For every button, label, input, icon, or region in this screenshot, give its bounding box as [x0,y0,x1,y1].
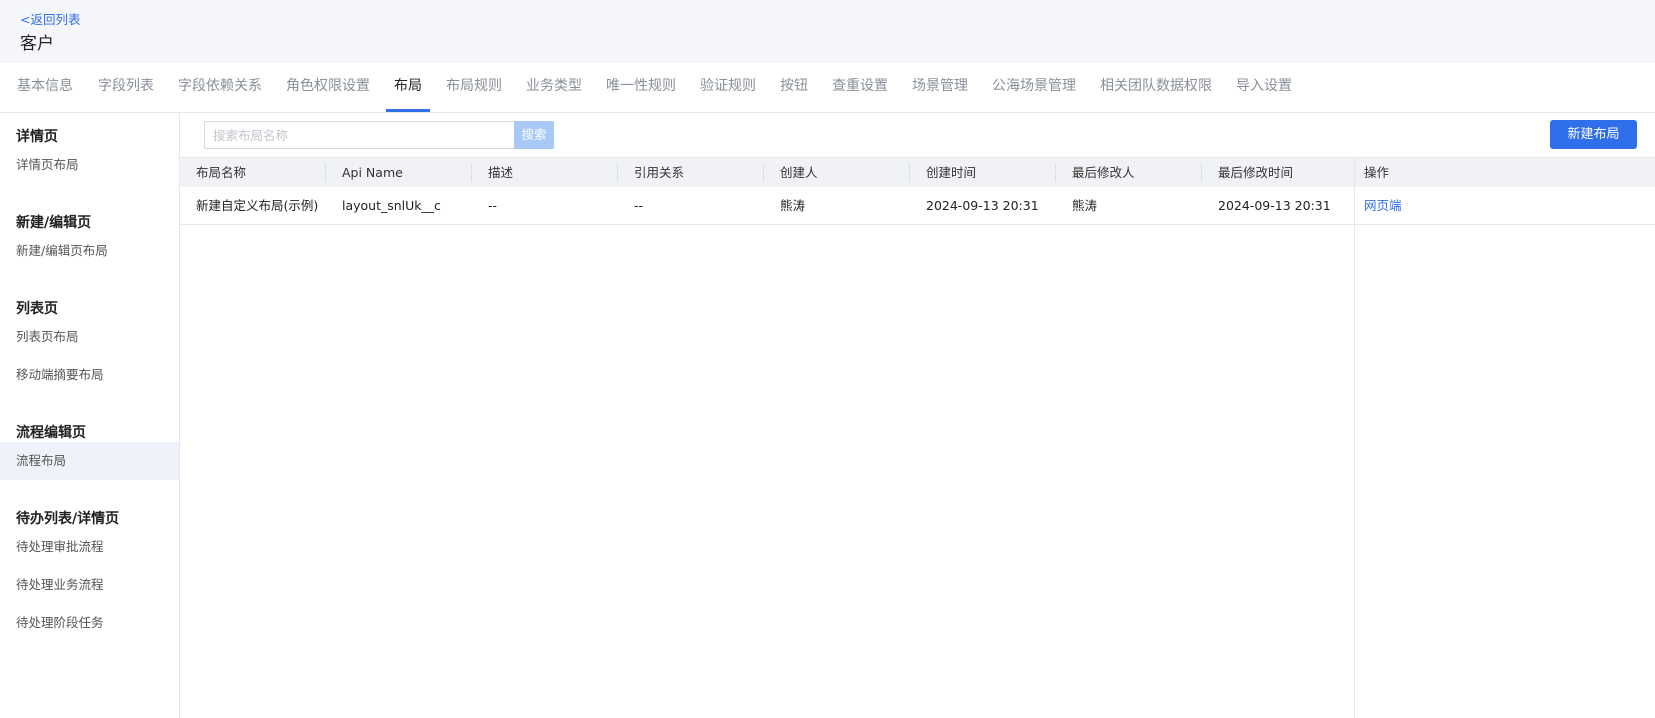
sidebar-item-flow-layout[interactable]: 流程布局 [0,442,179,480]
column-header-description[interactable]: 描述 [472,158,513,188]
cell-layout-name: 新建自定义布局(示例) [196,198,319,213]
sidebar-item-list-layout[interactable]: 列表页布局 [0,318,179,356]
back-to-list-link[interactable]: <返回列表 [20,9,80,28]
tab-public-pool-scenes[interactable]: 公海场景管理 [992,63,1076,113]
cell-creator: 熊涛 [780,198,806,213]
active-tab-indicator [386,109,430,112]
tab-layout-rules[interactable]: 布局规则 [446,63,502,113]
page-title: 客户 [20,34,54,54]
column-header-created-time[interactable]: 创建时间 [910,158,976,188]
tab-basic-info[interactable]: 基本信息 [17,63,73,113]
tab-layout[interactable]: 布局 [394,63,422,113]
sidebar-group-create-edit-page: 新建/编辑页 [16,215,92,231]
tab-role-permissions[interactable]: 角色权限设置 [286,63,370,113]
page-header: <返回列表 客户 [0,0,1655,63]
cell-created-time: 2024-09-13 20:31 [926,198,1039,213]
cell-last-modifier: 熊涛 [1072,198,1098,213]
column-header-references[interactable]: 引用关系 [618,158,684,188]
column-header-api-name[interactable]: Api Name [326,158,403,188]
tab-business-types[interactable]: 业务类型 [526,63,582,113]
sidebar-group-list-page: 列表页 [16,301,58,317]
new-layout-button[interactable]: 新建布局 [1550,120,1637,149]
cell-api-name: layout_snlUk__c [342,198,441,213]
tab-import-settings[interactable]: 导入设置 [1236,63,1292,113]
cell-references: -- [634,198,644,213]
actions-column-divider [1354,157,1355,718]
sidebar-group-todo-page: 待办列表/详情页 [16,511,120,527]
table-header: 布局名称 Api Name 描述 引用关系 创建人 创建时间 最后修改人 最后修… [180,157,1655,187]
sidebar-item-mobile-summary-layout[interactable]: 移动端摘要布局 [0,356,179,394]
web-layout-action-link[interactable]: 网页端 [1354,187,1402,225]
sidebar-item-pending-stage-tasks[interactable]: 待处理阶段任务 [0,604,179,642]
column-header-last-modified-time[interactable]: 最后修改时间 [1202,158,1293,188]
tab-field-dependency[interactable]: 字段依赖关系 [178,63,262,113]
tab-team-data-permissions[interactable]: 相关团队数据权限 [1100,63,1212,113]
tab-field-list[interactable]: 字段列表 [98,63,154,113]
table-row[interactable]: 新建自定义布局(示例) layout_snlUk__c -- -- 熊涛 202… [180,187,1655,225]
column-header-actions: 操作 [1364,165,1390,180]
sidebar-item-create-edit-layout[interactable]: 新建/编辑页布局 [0,232,179,270]
sidebar-group-detail-page: 详情页 [16,129,58,145]
layout-list-panel: 搜索 新建布局 布局名称 Api Name 描述 引用关系 创建人 创建时间 最… [180,113,1655,718]
column-header-creator[interactable]: 创建人 [764,158,818,188]
tab-validation-rules[interactable]: 验证规则 [700,63,756,113]
cell-last-modified-time: 2024-09-13 20:31 [1218,198,1331,213]
tab-uniqueness-rules[interactable]: 唯一性规则 [606,63,676,113]
column-header-last-modifier[interactable]: 最后修改人 [1056,158,1135,188]
cell-description: -- [488,198,498,213]
tab-buttons[interactable]: 按钮 [780,63,808,113]
sidebar-group-flow-edit-page: 流程编辑页 [16,425,86,441]
search-button[interactable]: 搜索 [514,121,554,149]
layout-search-input[interactable] [204,121,515,149]
sidebar-item-detail-layout[interactable]: 详情页布局 [0,146,179,184]
column-header-layout-name[interactable]: 布局名称 [180,158,246,188]
sidebar-item-pending-approval-flow[interactable]: 待处理审批流程 [0,528,179,566]
layout-type-sidebar: 详情页 详情页布局 新建/编辑页 新建/编辑页布局 列表页 列表页布局 移动端摘… [0,113,180,718]
tab-scene-management[interactable]: 场景管理 [912,63,968,113]
sidebar-item-pending-business-flow[interactable]: 待处理业务流程 [0,566,179,604]
object-settings-tabs: 基本信息 字段列表 字段依赖关系 角色权限设置 布局 布局规则 业务类型 唯一性… [0,63,1655,113]
tab-duplicate-check[interactable]: 查重设置 [832,63,888,113]
